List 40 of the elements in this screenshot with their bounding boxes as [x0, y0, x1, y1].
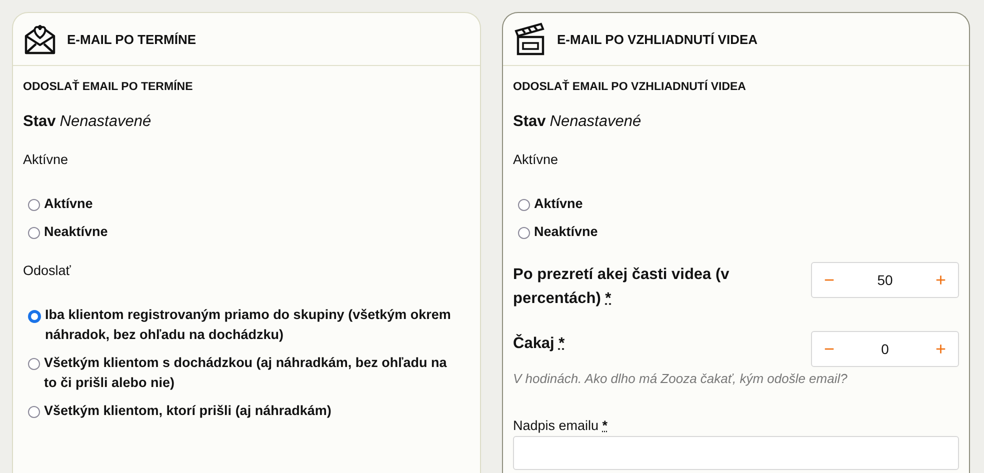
field-label: Aktívne [23, 152, 70, 167]
radio-button[interactable] [28, 227, 40, 239]
section-heading: ODOSLAŤ EMAIL PO VZHLIADNUTÍ VIDEA [513, 81, 747, 93]
option-label: Iba klientom registrovaným priamo do skupiny (všetkým okrem náhradok, bez ohľadu na dochádzku) [45, 306, 452, 344]
field-label: Po prezretí akej časti videa (v percentách) * [513, 265, 730, 309]
card-title: E-MAIL PO VZHLIADNUTÍ VIDEA [557, 32, 758, 46]
number-stepper[interactable]: − 0 + [811, 331, 959, 367]
radio-button[interactable] [28, 358, 40, 370]
option-label: Všetkým klientom s dochádzkou (aj náhradkám, bez ohľadu na to či prišli alebo nie) [44, 354, 448, 392]
option-label: Aktívne [44, 195, 93, 213]
number-stepper[interactable]: − 50 + [811, 262, 959, 298]
field-label: Odoslať [23, 263, 72, 278]
option-label: Neaktívne [534, 223, 598, 241]
increment-button[interactable]: + [923, 338, 958, 360]
radio-button[interactable] [28, 310, 41, 323]
status-label: Stav [513, 113, 546, 130]
radio-button[interactable] [28, 406, 40, 418]
envelope-heart-icon [23, 22, 57, 56]
status-label: Stav [23, 113, 56, 130]
status-value: Nenastavené [60, 113, 152, 130]
stepper-value: 50 [877, 272, 893, 288]
input-field[interactable] [513, 436, 959, 470]
status-value: Nenastavené [550, 113, 642, 130]
card-title: E-MAIL PO TERMÍNE [67, 32, 196, 46]
radio-button[interactable] [28, 199, 40, 211]
option-label: Všetkým klientom, ktorí prišli (aj náhradkám) [44, 402, 332, 420]
decrement-button[interactable]: − [812, 338, 847, 360]
field-label: Aktívne [513, 152, 560, 167]
section-heading: ODOSLAŤ EMAIL PO TERMÍNE [23, 81, 194, 93]
decrement-button[interactable]: − [812, 270, 847, 290]
radio-button[interactable] [518, 199, 530, 211]
field-label: Čakaj * [513, 333, 566, 354]
stepper-value: 0 [881, 341, 889, 357]
increment-button[interactable]: + [923, 270, 958, 290]
hint-text: V hodinách. Ako dlho má Zooza čakať, kým odošle email? [513, 371, 848, 386]
radio-button[interactable] [518, 227, 530, 239]
option-label: Neaktívne [44, 223, 108, 241]
clapperboard-icon [513, 22, 547, 56]
field-label: Nadpis emailu * [513, 418, 609, 433]
option-label: Aktívne [534, 195, 583, 213]
